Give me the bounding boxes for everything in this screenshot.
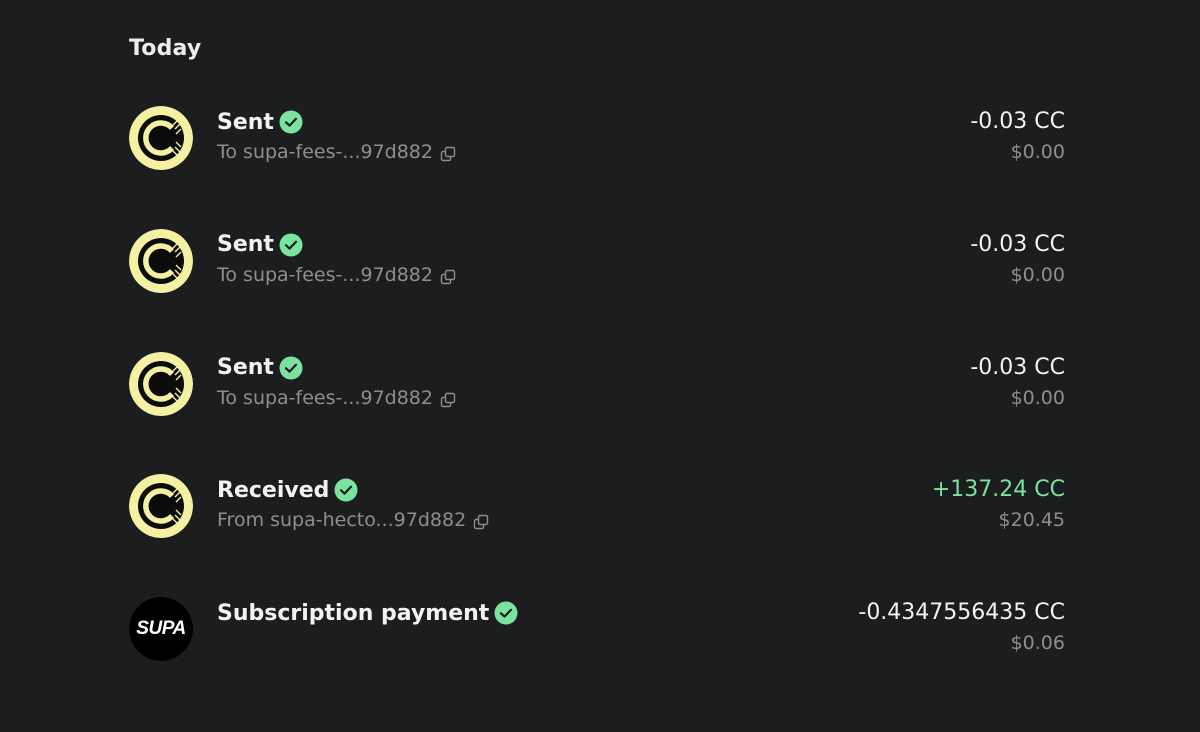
- canton-coin-icon: [129, 351, 193, 416]
- transaction-row[interactable]: Received From supa-hecto...97d882 +137.2…: [129, 474, 1065, 539]
- transaction-row[interactable]: Sent To supa-fees-...97d882 -0.03 CC $0.…: [129, 228, 1065, 293]
- transaction-fiat-value: $0.00: [1010, 263, 1065, 286]
- verified-check-icon: [279, 110, 303, 134]
- transaction-fiat-value: $20.45: [998, 509, 1065, 532]
- transaction-info: Received From supa-hecto...97d882: [217, 476, 489, 533]
- transaction-title: Received: [217, 477, 330, 503]
- section-heading-today: Today: [129, 36, 202, 61]
- verified-check-icon: [334, 478, 358, 502]
- transaction-amounts: -0.4347556435 CC $0.06: [858, 599, 1065, 656]
- transaction-amount: -0.4347556435 CC: [858, 600, 1065, 626]
- copy-icon[interactable]: [440, 269, 456, 285]
- transaction-title: Sent: [217, 232, 274, 258]
- transaction-counterparty: To supa-fees-...97d882: [217, 386, 433, 409]
- transaction-fiat-value: $0.00: [1010, 386, 1065, 409]
- transaction-row[interactable]: Sent To supa-fees-...97d882 -0.03 CC $0.…: [129, 351, 1065, 416]
- transaction-list: Sent To supa-fees-...97d882 -0.03 CC $0.…: [129, 106, 1065, 720]
- transaction-title: Subscription payment: [217, 600, 490, 626]
- transaction-fiat-value: $0.06: [1010, 632, 1065, 655]
- transaction-info: Sent To supa-fees-...97d882: [217, 354, 456, 411]
- verified-check-icon: [279, 356, 303, 380]
- canton-coin-icon: [129, 474, 193, 539]
- copy-icon[interactable]: [440, 392, 456, 408]
- transaction-counterparty: To supa-fees-...97d882: [217, 263, 433, 286]
- verified-check-icon: [279, 233, 303, 257]
- transaction-amount: +137.24 CC: [931, 477, 1065, 503]
- supa-logo-text: SUPA: [136, 618, 186, 640]
- transaction-info: Sent To supa-fees-...97d882: [217, 108, 456, 165]
- transaction-amount: -0.03 CC: [970, 109, 1065, 134]
- transaction-row[interactable]: SUPA Subscription payment -0.4347556435 …: [129, 597, 1065, 662]
- transaction-title: Sent: [217, 355, 274, 381]
- verified-check-icon: [494, 601, 518, 625]
- transaction-counterparty: To supa-fees-...97d882: [217, 141, 433, 163]
- canton-coin-icon: [129, 106, 193, 170]
- transaction-amounts: -0.03 CC $0.00: [970, 108, 1065, 165]
- transaction-amount: -0.03 CC: [970, 231, 1065, 257]
- transaction-amounts: -0.03 CC $0.00: [970, 354, 1065, 411]
- copy-icon[interactable]: [473, 514, 489, 530]
- transaction-title: Sent: [217, 109, 274, 135]
- copy-icon[interactable]: [440, 146, 456, 162]
- transaction-amounts: -0.03 CC $0.00: [970, 231, 1065, 288]
- transaction-amounts: +137.24 CC $20.45: [932, 476, 1065, 533]
- transaction-info: Sent To supa-fees-...97d882: [217, 231, 456, 288]
- transaction-info: Subscription payment: [217, 599, 518, 627]
- supa-logo-icon: SUPA: [129, 597, 193, 662]
- transaction-fiat-value: $0.00: [1010, 141, 1065, 163]
- canton-coin-icon: [129, 228, 193, 293]
- transaction-amount: -0.03 CC: [970, 354, 1065, 380]
- transaction-row[interactable]: Sent To supa-fees-...97d882 -0.03 CC $0.…: [129, 106, 1065, 170]
- transaction-counterparty: From supa-hecto...97d882: [217, 509, 467, 532]
